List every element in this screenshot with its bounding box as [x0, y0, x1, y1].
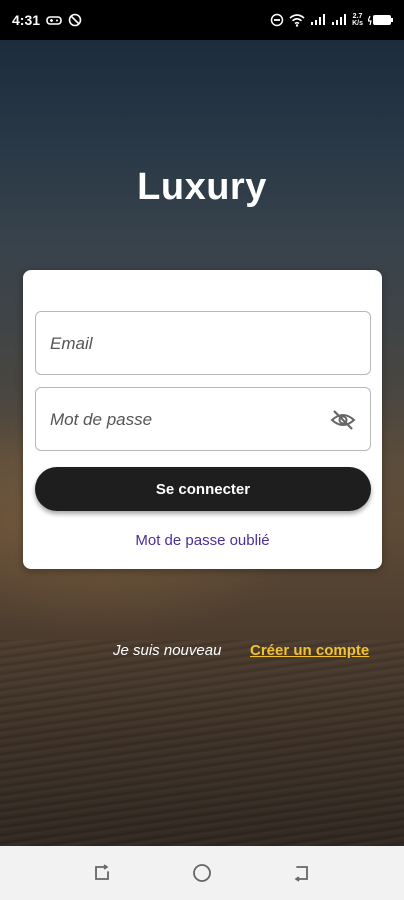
network-speed-unit: K/s [352, 20, 363, 27]
signal-icon [331, 14, 347, 26]
create-account-link[interactable]: Créer un compte [250, 642, 369, 659]
app-title: Luxury [137, 166, 267, 208]
wifi-icon [289, 13, 305, 27]
password-input[interactable] [48, 388, 322, 452]
do-not-disturb-icon [270, 13, 284, 27]
no-sync-icon [68, 13, 82, 27]
system-nav-bar [0, 846, 404, 900]
email-field[interactable] [35, 311, 371, 376]
new-user-prompt: Je suis nouveau [113, 642, 222, 659]
login-button[interactable]: Se connecter [35, 467, 371, 511]
gamepad-icon [46, 14, 62, 26]
status-time: 4:31 [12, 12, 41, 28]
recents-icon[interactable] [91, 862, 113, 884]
network-speed: 2.7 K/s [352, 13, 363, 27]
battery-charging-icon [368, 14, 394, 26]
eye-off-icon[interactable] [330, 408, 356, 432]
back-icon[interactable] [290, 862, 312, 884]
sand-ripples [0, 640, 404, 846]
password-field[interactable] [35, 387, 371, 452]
home-icon[interactable] [191, 862, 213, 884]
status-bar: 4:31 2.7 K/s [0, 0, 404, 40]
email-input[interactable] [48, 312, 322, 376]
signal-icon [310, 14, 326, 26]
network-speed-value: 2.7 [352, 13, 363, 20]
login-card: Se connecter Mot de passe oublié [23, 270, 382, 569]
forgot-password-link[interactable]: Mot de passe oublié [23, 532, 382, 549]
signup-row: Je suis nouveau Créer un compte [0, 642, 404, 664]
